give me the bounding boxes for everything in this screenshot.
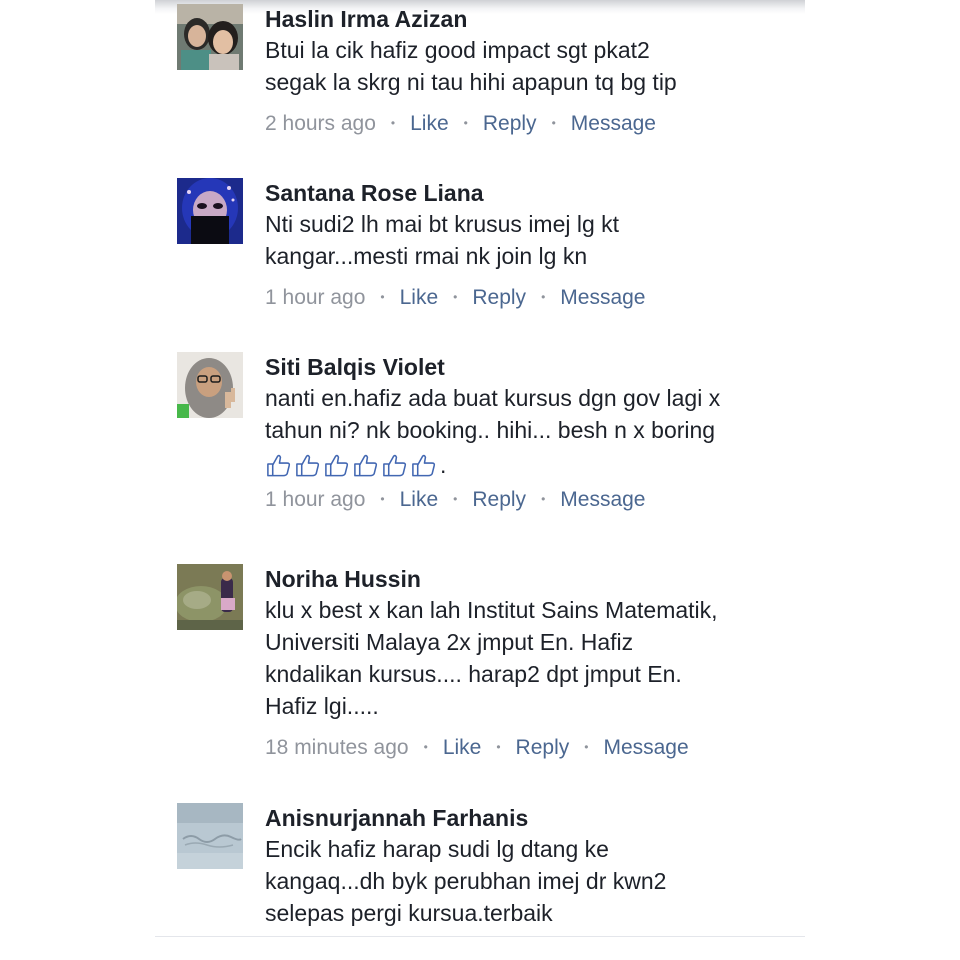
like-link[interactable]: Like — [443, 734, 482, 762]
separator-dot: • — [423, 740, 428, 754]
timestamp: 18 minutes ago — [265, 736, 409, 759]
comment-meta: 18 minutes ago • Like • Reply • Message — [265, 734, 795, 762]
emoji-row: . — [265, 446, 795, 478]
message-link[interactable]: Message — [560, 284, 645, 312]
timestamp: 1 hour ago — [265, 488, 366, 511]
message-link[interactable]: Message — [571, 110, 656, 138]
separator-dot: • — [380, 290, 385, 304]
reply-link[interactable]: Reply — [472, 284, 526, 312]
comment-text-line: kndalikan kursus.... harap2 dpt jmput En… — [265, 661, 682, 687]
comment-meta: 2 hours ago • Like • Reply • Message — [265, 110, 795, 138]
like-link[interactable]: Like — [400, 486, 439, 514]
timestamp: 2 hours ago — [265, 112, 376, 135]
separator-dot: • — [584, 740, 589, 754]
comment-text-line: Encik hafiz harap sudi lg dtang ke — [265, 836, 609, 862]
comment-text-line: segak la skrg ni tau hihi apapun tq bg t… — [265, 69, 677, 95]
thumbs-up-icon — [267, 454, 291, 477]
message-link[interactable]: Message — [560, 486, 645, 514]
reply-link[interactable]: Reply — [483, 110, 537, 138]
comment-text-line: Btui la cik hafiz good impact sgt pkat2 — [265, 37, 650, 63]
reply-link[interactable]: Reply — [516, 734, 570, 762]
profile-photo-sand-writing — [177, 803, 243, 869]
profile-photo-two-girls — [177, 4, 243, 70]
separator-dot: • — [496, 740, 501, 754]
separator-dot: • — [463, 116, 468, 130]
like-link[interactable]: Like — [410, 110, 449, 138]
comment-text-line: kangar...mesti rmai nk join lg kn — [265, 243, 588, 269]
comment-text: Nti sudi2 lh mai bt krusus imej lg kt ka… — [265, 208, 795, 272]
avatar[interactable] — [177, 803, 243, 869]
commenter-name[interactable]: Anisnurjannah Farhanis — [265, 803, 795, 833]
avatar[interactable] — [177, 352, 243, 418]
separator-dot: • — [380, 492, 385, 506]
comment-text-line: Nti sudi2 lh mai bt krusus imej lg kt — [265, 211, 620, 237]
like-link[interactable]: Like — [400, 284, 439, 312]
commenter-name[interactable]: Siti Balqis Violet — [265, 352, 795, 382]
separator-dot: • — [551, 116, 556, 130]
comment-text-line: Universiti Malaya 2x jmput En. Hafiz — [265, 629, 634, 655]
comment-text: Btui la cik hafiz good impact sgt pkat2 … — [265, 34, 795, 98]
avatar[interactable] — [177, 178, 243, 244]
comment-text: nanti en.hafiz ada buat kursus dgn gov l… — [265, 382, 795, 446]
thumbs-up-icon — [296, 454, 320, 477]
thumbs-up-icon — [412, 454, 436, 477]
commenter-name[interactable]: Noriha Hussin — [265, 564, 795, 594]
profile-photo-hijab-glasses — [177, 352, 243, 418]
avatar[interactable] — [177, 564, 243, 630]
comment-text: Encik hafiz harap sudi lg dtang ke kanga… — [265, 833, 795, 929]
thumbs-up-icon — [325, 454, 349, 477]
comment-text-line: selepas pergi kursua.terbaik — [265, 900, 553, 926]
commenter-name[interactable]: Santana Rose Liana — [265, 178, 795, 208]
comment-text-line: klu x best x kan lah Institut Sains Mate… — [265, 597, 718, 623]
separator-dot: • — [453, 492, 458, 506]
thumbs-up-icon — [354, 454, 378, 477]
comment-meta: 1 hour ago • Like • Reply • Message — [265, 284, 795, 312]
separator-dot: • — [390, 116, 396, 130]
timestamp: 1 hour ago — [265, 286, 366, 309]
separator-dot: • — [541, 492, 546, 506]
separator-dot: • — [453, 290, 458, 304]
comment-text-line: nanti en.hafiz ada buat kursus dgn gov l… — [265, 385, 721, 411]
commenter-name[interactable]: Haslin Irma Azizan — [265, 4, 795, 34]
separator-dot: • — [541, 290, 546, 304]
avatar[interactable] — [177, 4, 243, 70]
emoji-suffix: . — [440, 452, 447, 478]
thumbs-up-icon — [383, 454, 407, 477]
comment-text: klu x best x kan lah Institut Sains Mate… — [265, 594, 795, 722]
profile-photo-veiled-woman — [177, 178, 243, 244]
comment-meta: 1 hour ago • Like • Reply • Message — [265, 486, 795, 514]
comment-text-line: kangaq...dh byk perubhan imej dr kwn2 — [265, 868, 667, 894]
comment-text-line: tahun ni? nk booking.. hihi... besh n x … — [265, 417, 716, 443]
profile-photo-woman-by-rock — [177, 564, 243, 630]
message-link[interactable]: Message — [603, 734, 688, 762]
comment-text-line: Hafiz lgi..... — [265, 693, 379, 719]
reply-link[interactable]: Reply — [472, 486, 526, 514]
